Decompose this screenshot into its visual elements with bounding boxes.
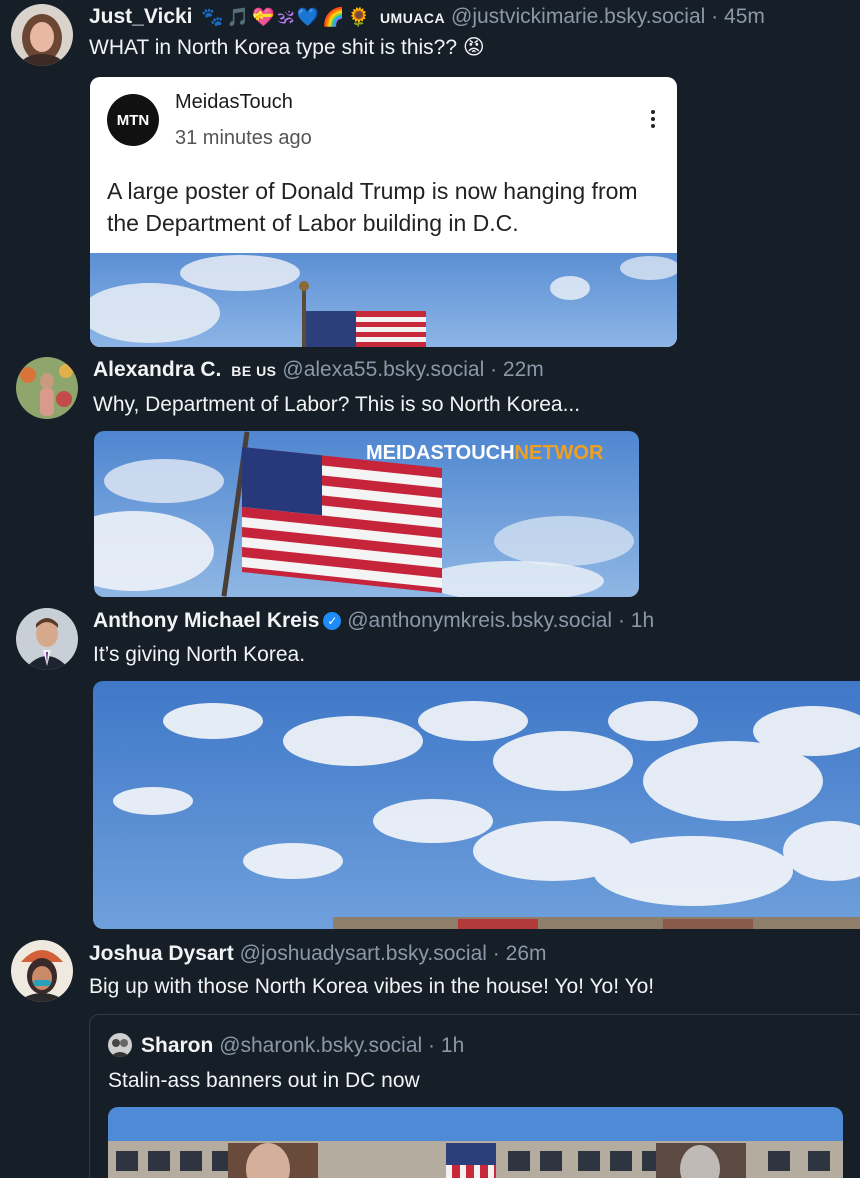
om-icon: 🕉 <box>277 7 294 27</box>
timestamp[interactable]: 45m <box>724 5 765 28</box>
display-name[interactable]: Anthony Michael Kreis <box>93 609 319 632</box>
quote-avatar[interactable] <box>108 1033 132 1057</box>
quote-display-name[interactable]: Sharon <box>141 1034 213 1057</box>
avatar-photo <box>11 4 73 66</box>
handle[interactable]: @alexa55.bsky.social <box>282 358 484 381</box>
name-tag: BE US <box>231 363 277 379</box>
post-text: Big up with those North Korea vibes in t… <box>89 975 655 998</box>
quote-handle[interactable]: @sharonk.bsky.social <box>219 1034 422 1057</box>
timestamp[interactable]: 26m <box>506 942 547 965</box>
paw-icon: 🐾 <box>201 7 224 27</box>
display-name[interactable]: Alexandra C. <box>93 358 221 381</box>
image-watermark: MEIDASTOUCHNETWOR <box>366 442 604 464</box>
post-image[interactable] <box>93 681 860 929</box>
handle[interactable]: @anthonymkreis.bsky.social <box>347 609 612 632</box>
flag-photo: MEIDASTOUCHNETWOR <box>94 431 639 597</box>
post-text: It’s giving North Korea. <box>93 643 306 666</box>
more-options-icon[interactable] <box>648 107 658 135</box>
source-time: 31 minutes ago <box>175 127 312 149</box>
building-photo <box>108 1107 843 1178</box>
separator: · <box>492 942 500 965</box>
separator: · <box>711 5 719 28</box>
rainbow-icon: 🌈 <box>322 7 345 27</box>
separator: · <box>490 358 498 381</box>
embed-text: A large poster of Donald Trump is now ha… <box>107 178 638 236</box>
watermark-part-a: MEIDASTOUCH <box>366 442 515 464</box>
separator: · <box>617 609 625 632</box>
music-note-icon: 🎵 <box>226 7 250 27</box>
name-tag: UMUACA <box>379 10 446 26</box>
heart-gift-icon: 💝 <box>252 7 275 27</box>
feed-post[interactable]: Just_Vicki 🐾 🎵 💝 🕉 💙 🌈 🌻 UMUACA @justvickimari… <box>0 0 860 350</box>
post-header: Joshua Dysart @joshuadysart.bsky.social … <box>89 941 547 967</box>
post-text: Why, Department of Labor? This is so Nor… <box>93 393 581 416</box>
avatar[interactable] <box>11 4 73 66</box>
avatar-photo <box>108 1033 132 1057</box>
avatar-photo <box>16 608 78 670</box>
quote-text: Stalin-ass banners out in DC now <box>108 1069 420 1092</box>
flag-photo <box>90 253 677 347</box>
feed-post[interactable]: Anthony Michael Kreis ✓ @anthonymkreis.bs… <box>0 600 860 930</box>
avatar[interactable] <box>16 608 78 670</box>
handle[interactable]: @joshuadysart.bsky.social <box>240 942 487 965</box>
blue-heart-icon: 💙 <box>296 7 320 27</box>
sky-photo <box>93 681 860 929</box>
post-header: Alexandra C. BE US @alexa55.bsky.social … <box>93 357 544 384</box>
handle[interactable]: @justvickimarie.bsky.social <box>451 5 705 28</box>
post-image[interactable]: MEIDASTOUCHNETWOR <box>94 431 639 597</box>
avatar[interactable] <box>11 940 73 1002</box>
avatar[interactable] <box>16 357 78 419</box>
sunflower-icon: 🌻 <box>347 7 371 27</box>
quote-timestamp[interactable]: 1h <box>441 1034 464 1057</box>
separator: · <box>428 1034 436 1057</box>
verified-check-icon: ✓ <box>323 612 342 630</box>
source-logo: MTN <box>107 94 159 146</box>
watermark-part-b: NETWOR <box>515 442 604 464</box>
timestamp[interactable]: 1h <box>631 609 654 632</box>
avatar-photo <box>16 357 78 419</box>
quoted-post-card[interactable]: Sharon @sharonk.bsky.social · 1h Stalin-… <box>89 1014 860 1178</box>
source-name: MeidasTouch <box>175 91 293 113</box>
embedded-post-card[interactable]: MTN MeidasTouch 31 minutes ago A large p… <box>90 77 677 347</box>
post-text: WHAT in North Korea type shit is this?? … <box>89 36 485 59</box>
display-name[interactable]: Just_Vicki <box>89 5 193 28</box>
timestamp[interactable]: 22m <box>503 358 544 381</box>
quote-header: Sharon @sharonk.bsky.social · 1h <box>141 1033 464 1059</box>
display-name[interactable]: Joshua Dysart <box>89 942 234 965</box>
post-header: Anthony Michael Kreis ✓ @anthonymkreis.bs… <box>93 608 654 634</box>
source-logo-text: MTN <box>116 111 150 129</box>
quote-image[interactable] <box>108 1107 843 1178</box>
post-header: Just_Vicki 🐾 🎵 💝 🕉 💙 🌈 🌻 UMUACA @justvickimari… <box>89 4 765 31</box>
avatar-photo <box>11 940 73 1002</box>
feed-post[interactable]: Alexandra C. BE US @alexa55.bsky.social … <box>0 350 860 600</box>
